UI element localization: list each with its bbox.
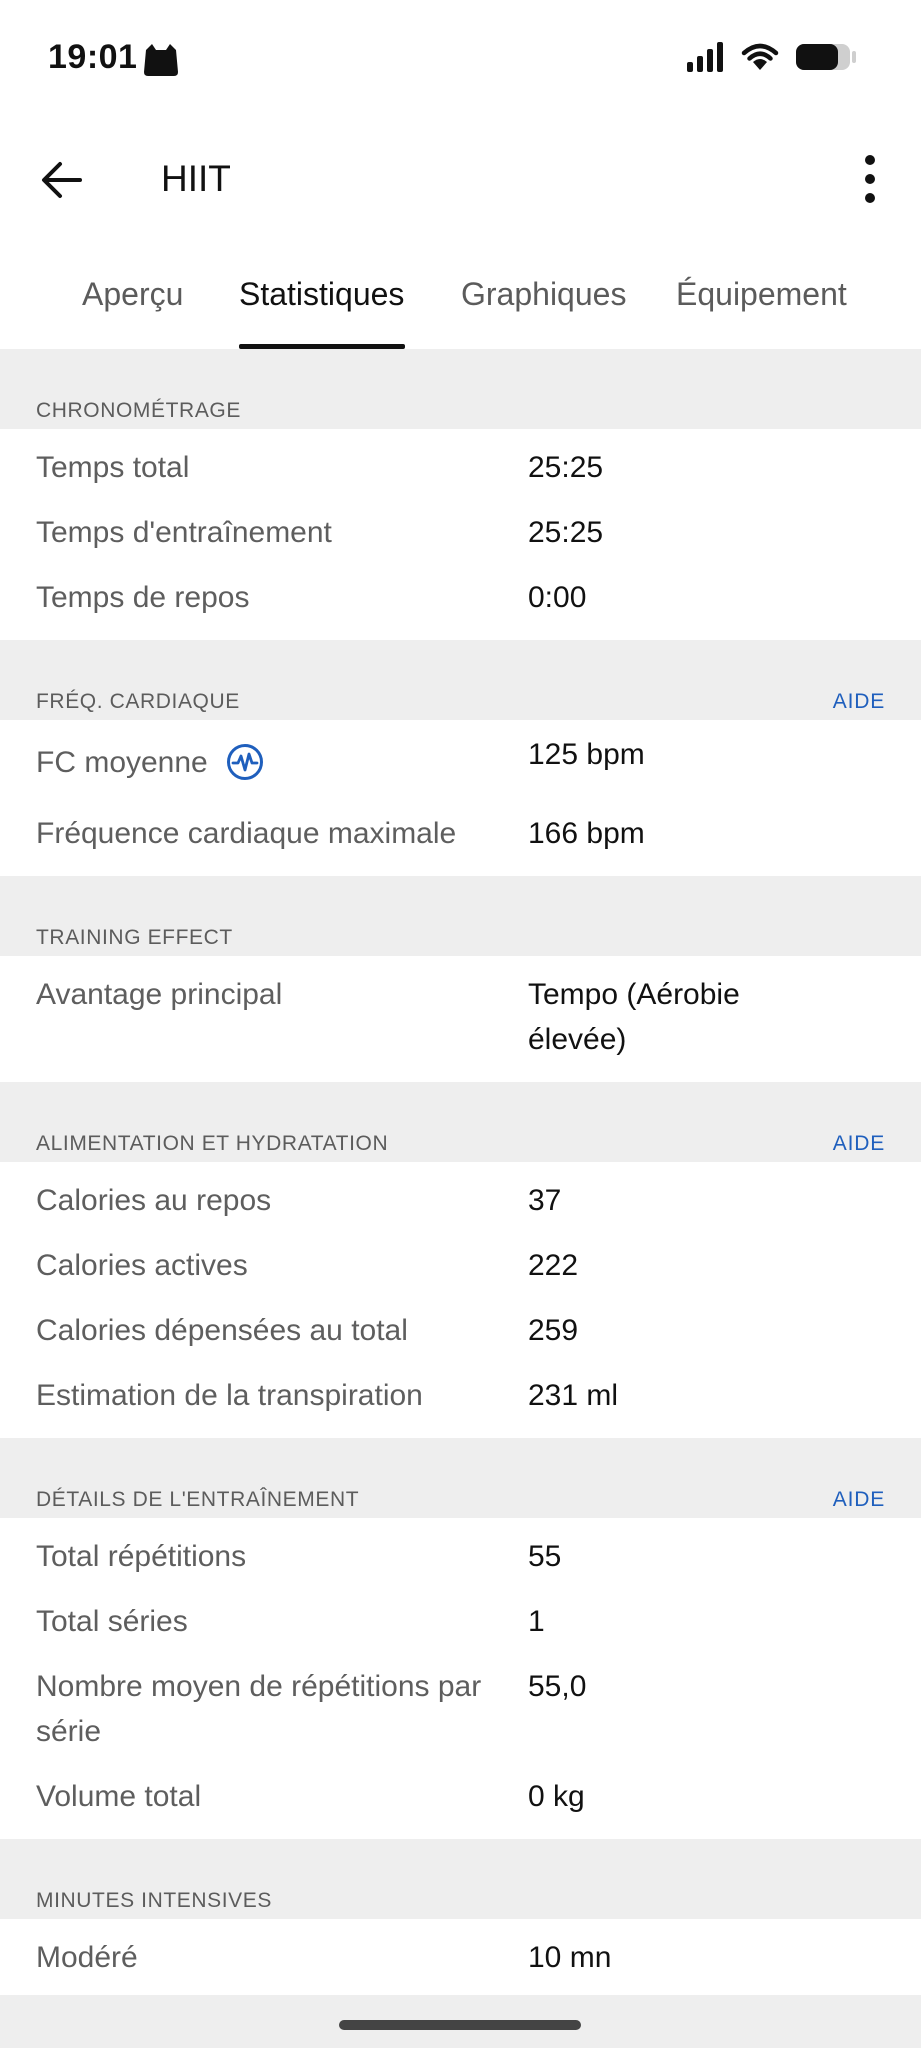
stat-value: 10 mn [528,1941,612,1974]
section-rows-intensity-minutes: Modéré 10 mn [0,1919,921,2000]
section-header-intensity-minutes: MINUTES INTENSIVES [0,1839,921,1919]
section-rows-training-details: Total répétitions 55 Total séries 1 Nomb… [0,1518,921,1839]
stat-value: 231 ml [528,1379,619,1412]
section-rows-hr: FC moyenne 125 bpm Fréquence cardiaque m… [0,720,921,876]
stat-row: Nombre moyen de répétitions par série 55… [0,1654,921,1764]
cat-notification-icon [144,44,178,76]
stat-row: Total séries 1 [0,1589,921,1654]
stat-row: Temps d'entraînement 25:25 [0,500,921,565]
tab-graphiques[interactable]: Graphiques [461,276,626,313]
stat-label: Avantage principal [36,978,283,1011]
wifi-icon [741,43,779,70]
more-options-icon[interactable] [855,154,885,204]
stat-value: 1 [528,1605,545,1638]
stat-label: Volume total [36,1780,202,1813]
page-title: HIIT [161,158,231,199]
section-header-chrono: CHRONOMÉTRAGE [0,349,921,429]
stat-value: 0 kg [528,1780,585,1813]
section-rows-chrono: Temps total 25:25 Temps d'entraînement 2… [0,429,921,640]
section-header-training-effect: TRAINING EFFECT [0,876,921,956]
stat-label: Total séries [36,1605,188,1638]
stat-row: Total répétitions 55 [0,1524,921,1589]
section-header-hr: FRÉQ. CARDIAQUE AIDE [0,640,921,720]
stat-row: Modéré 10 mn [0,1925,921,1990]
stat-label: Calories dépensées au total [36,1314,408,1347]
stat-label: Fréquence cardiaque maximale [36,817,457,850]
stat-row: FC moyenne 125 bpm [0,726,921,801]
back-arrow-icon[interactable] [40,158,84,202]
stat-label: Estimation de la transpiration [36,1379,423,1412]
stat-label: Temps total [36,451,190,484]
stat-value: 55,0 [528,1670,587,1703]
stat-label: Calories au repos [36,1184,272,1217]
statistics-list: CHRONOMÉTRAGE Temps total 25:25 Temps d'… [0,349,921,2000]
battery-icon [796,44,856,70]
stat-value: 25:25 [528,451,604,484]
section-title: MINUTES INTENSIVES [36,1889,272,1912]
section-title: ALIMENTATION ET HYDRATATION [36,1132,389,1155]
stat-value: 0:00 [528,581,587,614]
stat-label: FC moyenne [36,746,208,779]
help-link[interactable]: AIDE [833,1132,885,1156]
stat-row: Calories dépensées au total 259 [0,1298,921,1363]
stat-row: Fréquence cardiaque maximale 166 bpm [0,801,921,866]
stat-label-container: FC moyenne [0,740,528,785]
tab-equipement[interactable]: Équipement [676,276,847,313]
stat-row: Estimation de la transpiration 231 ml [0,1363,921,1428]
section-rows-training-effect: Avantage principal Tempo (Aérobie élevée… [0,956,921,1082]
stat-value: 259 [528,1314,579,1347]
tab-bar: Aperçu Statistiques Graphiques Équipemen… [0,250,921,349]
stat-value: 125 bpm [528,738,645,771]
app-bar: HIIT [0,118,921,238]
signal-icon [687,42,723,72]
stat-label: Calories actives [36,1249,248,1282]
stat-value: 166 bpm [528,817,645,850]
stat-row: Volume total 0 kg [0,1764,921,1829]
help-link[interactable]: AIDE [833,1488,885,1512]
section-title: DÉTAILS DE L'ENTRAÎNEMENT [36,1488,360,1511]
section-title: TRAINING EFFECT [36,926,233,949]
help-link[interactable]: AIDE [833,690,885,714]
heart-rate-monitor-icon[interactable] [226,743,264,781]
stat-row: Avantage principal Tempo (Aérobie élevée… [0,962,921,1072]
stat-row: Calories actives 222 [0,1233,921,1298]
stat-label: Temps d'entraînement [36,516,332,549]
status-time: 19:01 [48,38,138,76]
home-indicator[interactable] [339,2020,581,2030]
section-rows-nutrition: Calories au repos 37 Calories actives 22… [0,1162,921,1438]
stat-value: Tempo (Aérobie élevée) [528,978,740,1056]
tab-apercu[interactable]: Aperçu [82,276,183,313]
section-header-training-details: DÉTAILS DE L'ENTRAÎNEMENT AIDE [0,1438,921,1518]
stat-value: 25:25 [528,516,604,549]
stat-row: Temps de repos 0:00 [0,565,921,630]
stat-value: 37 [528,1184,562,1217]
stat-label: Temps de repos [36,581,250,614]
stat-label: Total répétitions [36,1540,247,1573]
stat-value: 222 [528,1249,579,1282]
tab-statistiques[interactable]: Statistiques [239,276,404,313]
section-title: FRÉQ. CARDIAQUE [36,690,240,713]
status-bar: 19:01 [0,0,921,118]
stat-row: Temps total 25:25 [0,435,921,500]
stat-label: Modéré [36,1941,138,1974]
stat-label: Nombre moyen de répétitions par série [36,1670,482,1748]
section-header-nutrition: ALIMENTATION ET HYDRATATION AIDE [0,1082,921,1162]
stat-row: Calories au repos 37 [0,1168,921,1233]
stat-value: 55 [528,1540,562,1573]
section-title: CHRONOMÉTRAGE [36,399,241,422]
